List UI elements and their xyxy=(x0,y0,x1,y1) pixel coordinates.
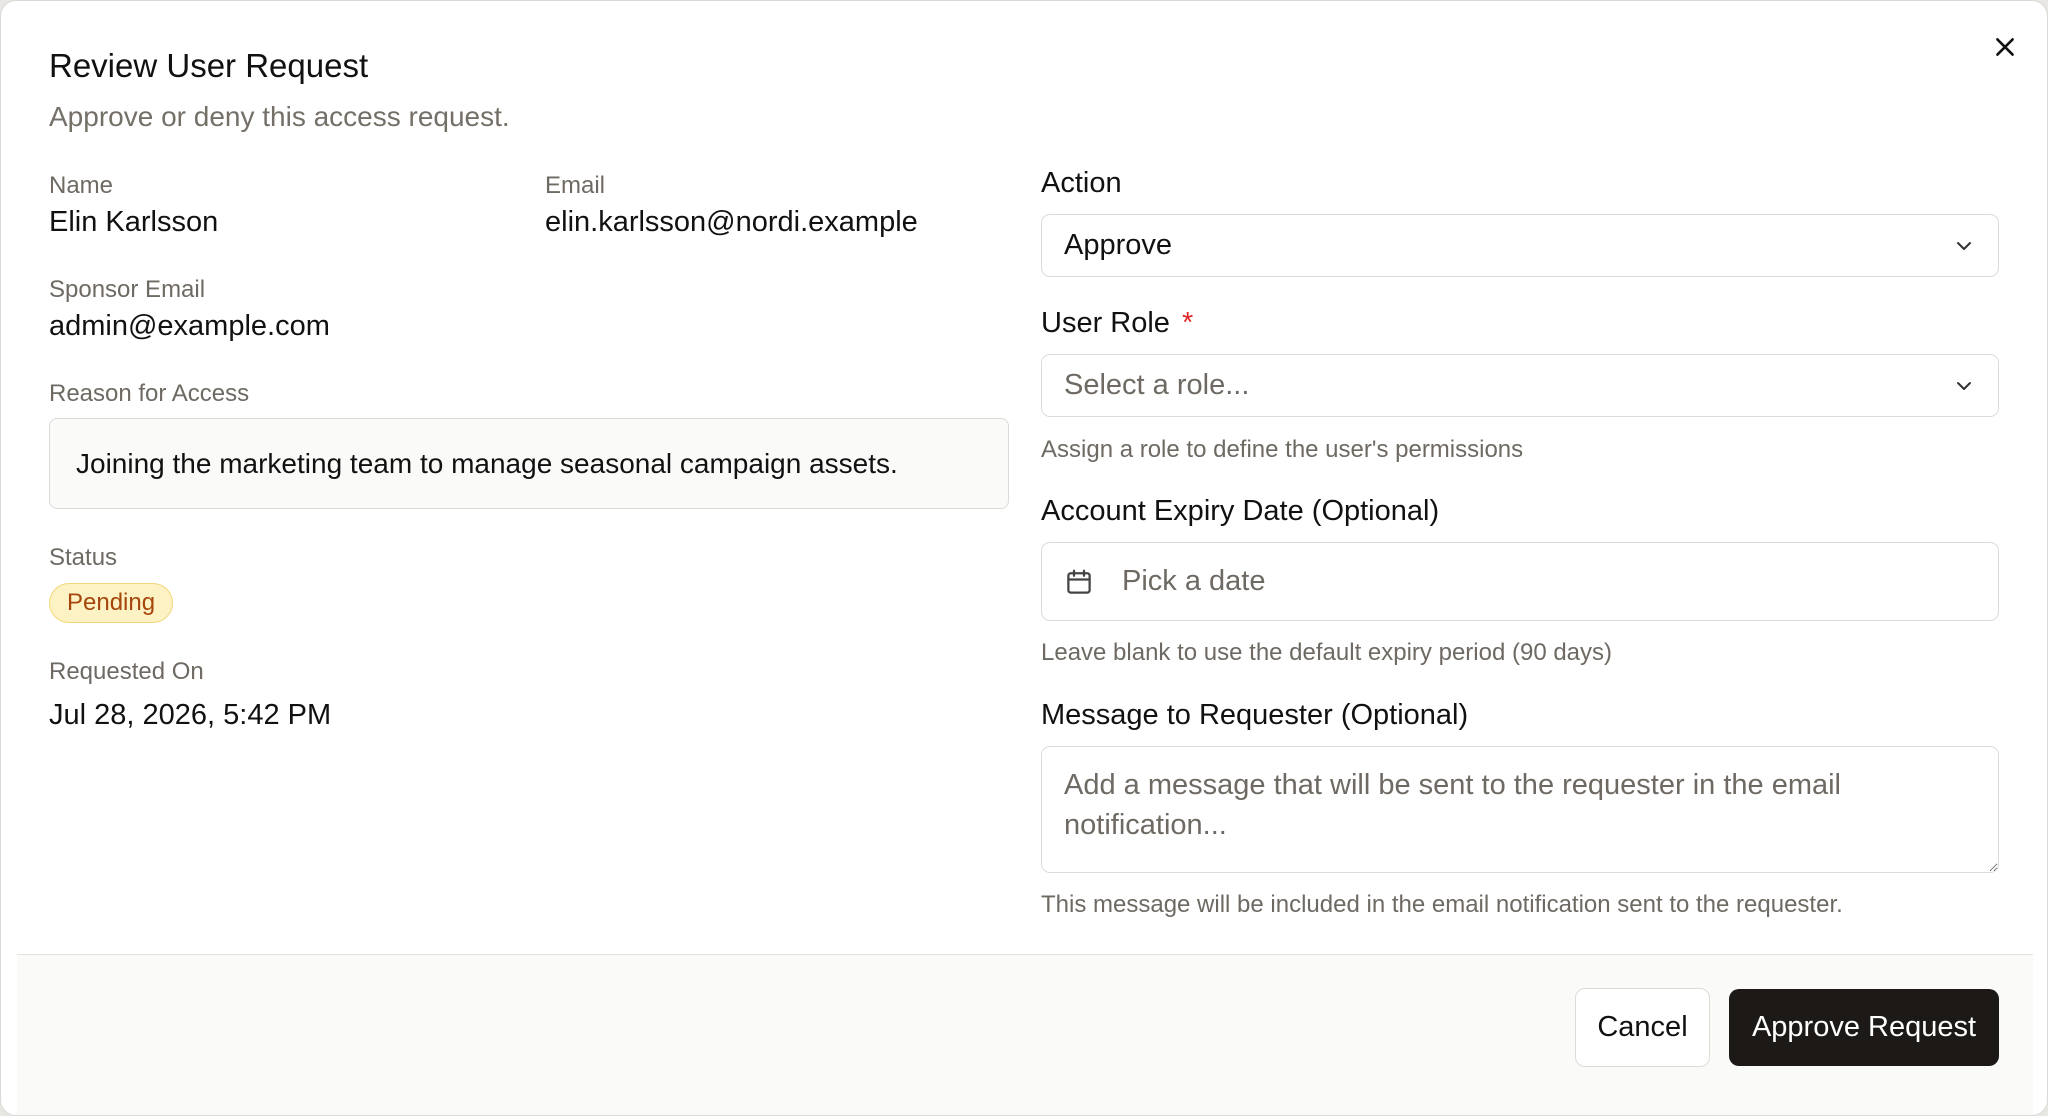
user-role-label: User Role * xyxy=(1041,307,1193,340)
action-select-value: Approve xyxy=(1064,229,1173,261)
reason-value: Joining the marketing team to manage sea… xyxy=(76,447,898,479)
reason-for-access-box: Joining the marketing team to manage sea… xyxy=(49,418,1009,509)
user-role-label-text: User Role xyxy=(1041,307,1170,339)
email-value: elin.karlsson@nordi.example xyxy=(545,206,918,238)
message-textarea[interactable] xyxy=(1041,746,1999,873)
approve-request-button[interactable]: Approve Request xyxy=(1729,989,1999,1066)
close-icon xyxy=(1996,38,2014,56)
dialog-title: Review User Request xyxy=(49,47,369,84)
dialog-subtitle: Approve or deny this access request. xyxy=(49,101,510,132)
email-label: Email xyxy=(545,172,606,199)
close-button[interactable] xyxy=(1985,27,2025,67)
name-value: Elin Karlsson xyxy=(49,206,219,238)
user-role-placeholder: Select a role... xyxy=(1064,369,1250,401)
name-label: Name xyxy=(49,172,114,199)
expiry-date-label: Account Expiry Date (Optional) xyxy=(1041,495,1440,527)
requested-on-label: Requested On xyxy=(49,658,204,685)
required-indicator: * xyxy=(1181,307,1194,339)
user-role-select[interactable]: Select a role... xyxy=(1041,354,1999,417)
expiry-date-placeholder: Pick a date xyxy=(1122,565,1266,597)
review-user-request-dialog: Review User Request Approve or deny this… xyxy=(0,0,2048,1116)
action-label: Action xyxy=(1041,167,1122,199)
action-select[interactable]: Approve xyxy=(1041,214,1999,277)
chevron-down-icon xyxy=(1957,381,1971,390)
status-badge: Pending xyxy=(49,583,174,623)
sponsor-email-value: admin@example.com xyxy=(49,310,330,342)
message-label: Message to Requester (Optional) xyxy=(1041,699,1469,731)
status-label: Status xyxy=(49,544,118,571)
calendar-icon xyxy=(1067,569,1091,594)
chevron-down-icon xyxy=(1957,241,1971,250)
sponsor-email-label: Sponsor Email xyxy=(49,276,206,303)
expiry-date-picker[interactable]: Pick a date xyxy=(1041,542,1999,621)
cancel-button[interactable]: Cancel xyxy=(1575,988,1710,1067)
requested-on-value: Jul 28, 2026, 5:42 PM xyxy=(49,699,332,731)
user-role-hint: Assign a role to define the user's permi… xyxy=(1041,436,1524,463)
reason-label: Reason for Access xyxy=(49,380,250,407)
message-hint: This message will be included in the ema… xyxy=(1041,891,1843,918)
expiry-date-hint: Leave blank to use the default expiry pe… xyxy=(1041,639,1613,666)
